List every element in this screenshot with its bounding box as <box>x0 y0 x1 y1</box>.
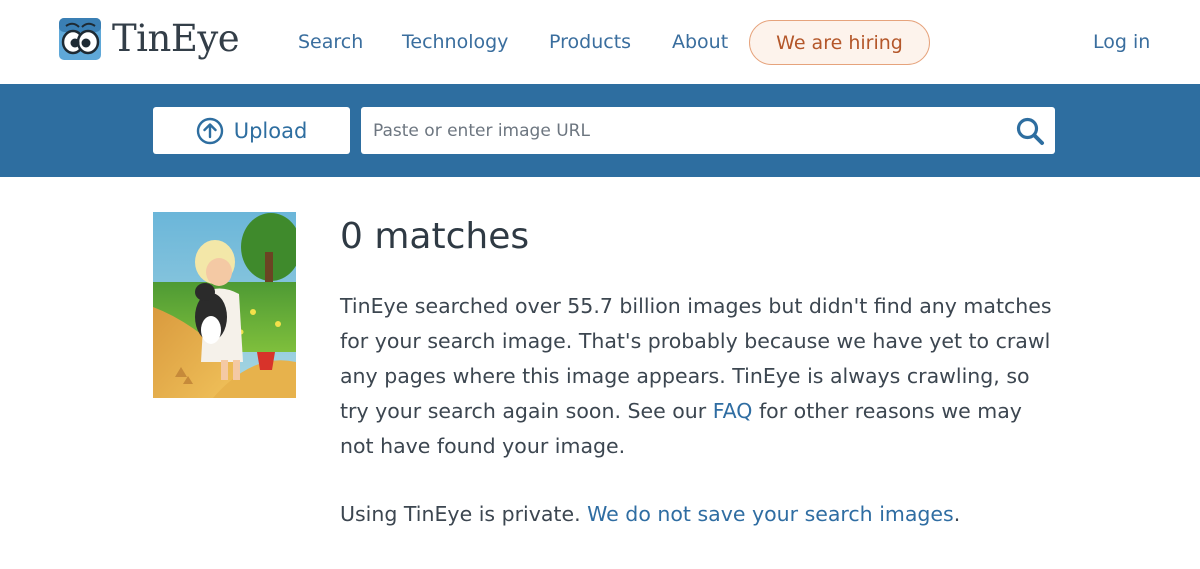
image-url-input[interactable] <box>361 107 1001 154</box>
magnifier-icon[interactable] <box>1015 116 1045 146</box>
we-are-hiring-button[interactable]: We are hiring <box>749 20 930 65</box>
url-search-box <box>361 107 1055 154</box>
privacy-text-end: . <box>953 502 961 526</box>
result-count-title: 0 matches <box>340 216 530 257</box>
upload-button[interactable]: Upload <box>153 107 350 154</box>
nav-technology-link[interactable]: Technology <box>402 30 508 54</box>
search-band: Upload <box>0 84 1200 177</box>
login-link[interactable]: Log in <box>1093 30 1150 54</box>
upload-circle-arrow-icon <box>196 117 224 145</box>
no-match-explanation: TinEye searched over 55.7 billion images… <box>340 289 1060 464</box>
search-image-thumbnail <box>153 212 296 398</box>
privacy-policy-link[interactable]: We do not save your search images <box>587 502 954 526</box>
tineye-eyes-logo-icon <box>58 17 102 61</box>
brand-name: TinEye <box>112 17 240 60</box>
nav-products-link[interactable]: Products <box>549 30 631 54</box>
privacy-note: Using TinEye is private. We do not save … <box>340 497 1060 532</box>
tineye-logo-link[interactable]: TinEye <box>58 16 240 62</box>
nav-about-link[interactable]: About <box>672 30 728 54</box>
upload-label: Upload <box>233 118 308 143</box>
privacy-text: Using TinEye is private. <box>340 502 588 526</box>
top-navigation: TinEye Search Technology Products About … <box>0 0 1200 84</box>
nav-search-link[interactable]: Search <box>298 30 363 54</box>
faq-link[interactable]: FAQ <box>713 399 753 423</box>
